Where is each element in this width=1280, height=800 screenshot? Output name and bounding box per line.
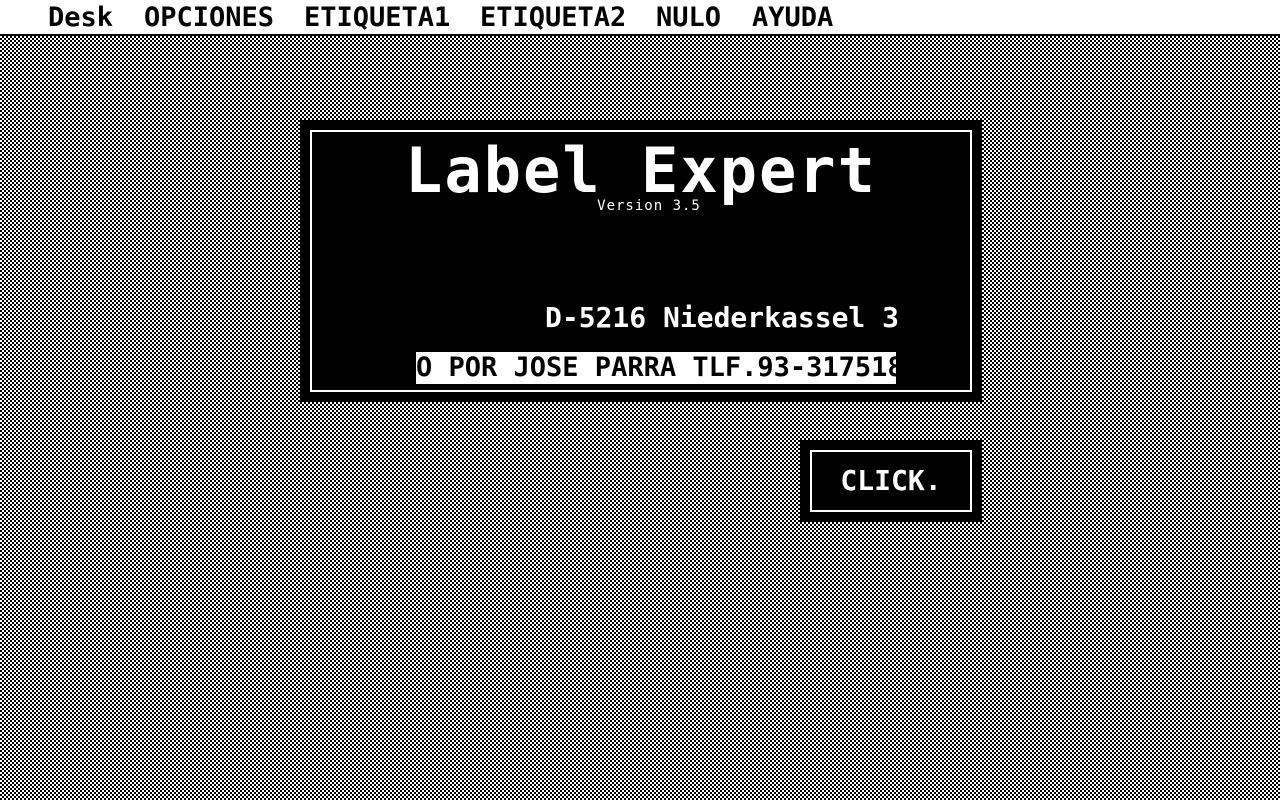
menu-opciones[interactable]: OPCIONES [144,2,274,34]
menu-ayuda[interactable]: AYUDA [752,2,833,34]
menu-bar: Desk OPCIONES ETIQUETA1 ETIQUETA2 NULO A… [0,0,1280,36]
version-label: Version 3.5 [597,198,701,214]
app-title: Label Expert [405,134,877,207]
click-button-label[interactable]: CLICK. [810,450,972,512]
click-button[interactable]: CLICK. [800,440,982,522]
menu-desk[interactable]: Desk [48,2,113,34]
about-dialog: Label Expert Version 3.5 D-5216 Niederka… [300,120,982,402]
menu-nulo[interactable]: NULO [656,2,721,34]
menu-etiqueta1[interactable]: ETIQUETA1 [304,2,450,34]
address-text: D-5216 Niederkassel 3 [545,301,900,334]
about-dialog-panel: Label Expert Version 3.5 D-5216 Niederka… [310,130,972,392]
menu-etiqueta2[interactable]: ETIQUETA2 [480,2,626,34]
credits-marquee: O POR JOSE PARRA TLF.93-317518 [416,352,896,384]
